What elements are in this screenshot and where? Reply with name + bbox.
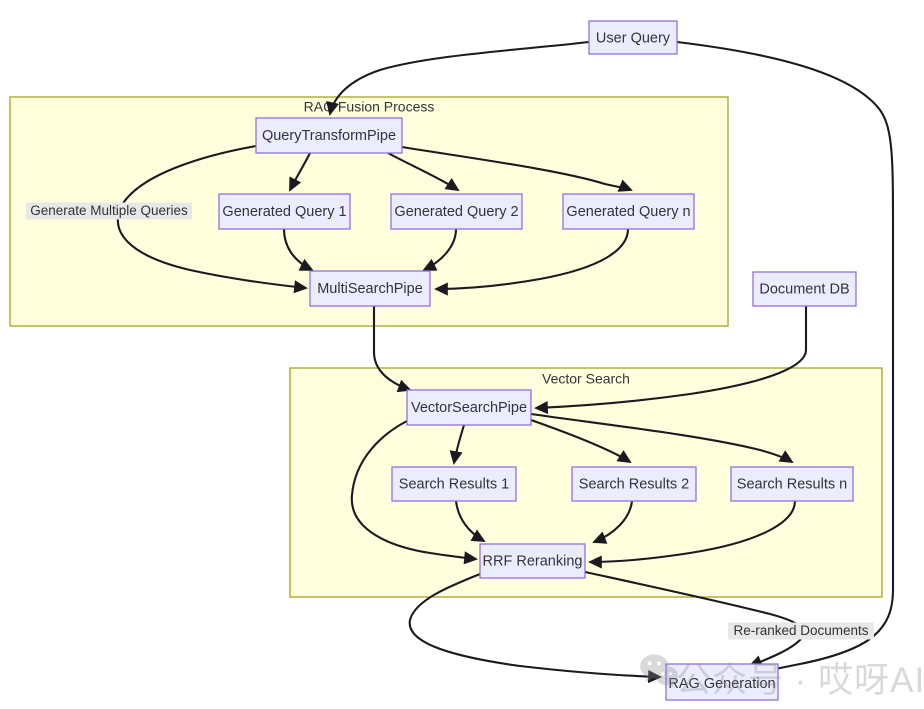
node-search-results-2-label: Search Results 2 xyxy=(579,476,689,492)
node-vector-search-pipe[interactable]: VectorSearchPipe xyxy=(406,389,532,426)
node-vector-search-pipe-label: VectorSearchPipe xyxy=(411,400,527,416)
node-search-results-n[interactable]: Search Results n xyxy=(730,466,854,502)
node-user-query-label: User Query xyxy=(596,30,671,46)
node-rrf-reranking-label: RRF Reranking xyxy=(483,553,583,569)
node-generated-query-2[interactable]: Generated Query 2 xyxy=(390,193,523,230)
node-search-results-1[interactable]: Search Results 1 xyxy=(391,466,517,502)
edge-label-re-ranked-documents-text: Re-ranked Documents xyxy=(733,623,868,638)
node-search-results-n-label: Search Results n xyxy=(737,476,847,492)
node-query-transform-pipe[interactable]: QueryTransformPipe xyxy=(255,117,403,154)
node-query-transform-pipe-label: QueryTransformPipe xyxy=(262,128,396,144)
node-generated-query-1-label: Generated Query 1 xyxy=(222,204,346,220)
flowchart-canvas: RAG Fusion Process Vector Search Generat… xyxy=(9,20,895,701)
node-rrf-reranking[interactable]: RRF Reranking xyxy=(479,543,586,579)
node-generated-query-n-label: Generated Query n xyxy=(566,204,690,220)
cluster-rag-fusion-label: RAG Fusion Process xyxy=(304,99,435,115)
edge-label-re-ranked-documents: Re-ranked Documents xyxy=(728,622,874,640)
node-multi-search-pipe[interactable]: MultiSearchPipe xyxy=(309,270,431,307)
node-generated-query-n[interactable]: Generated Query n xyxy=(562,193,695,230)
node-user-query[interactable]: User Query xyxy=(588,20,678,55)
node-generated-query-1[interactable]: Generated Query 1 xyxy=(218,193,351,230)
node-search-results-2[interactable]: Search Results 2 xyxy=(571,466,697,502)
node-rag-generation[interactable]: RAG Generation xyxy=(665,663,779,701)
cluster-vector-search-label: Vector Search xyxy=(542,371,630,387)
node-document-db-label: Document DB xyxy=(759,281,849,297)
node-multi-search-pipe-label: MultiSearchPipe xyxy=(317,281,423,297)
edge-label-generate-multiple-queries-text: Generate Multiple Queries xyxy=(30,203,188,218)
flowchart-diagram: RAG Fusion Process Vector Search Generat… xyxy=(0,0,924,709)
node-search-results-1-label: Search Results 1 xyxy=(399,476,509,492)
node-rag-generation-label: RAG Generation xyxy=(668,676,775,692)
node-generated-query-2-label: Generated Query 2 xyxy=(394,204,518,220)
edge-label-generate-multiple-queries: Generate Multiple Queries xyxy=(26,202,192,220)
node-document-db[interactable]: Document DB xyxy=(752,271,857,307)
